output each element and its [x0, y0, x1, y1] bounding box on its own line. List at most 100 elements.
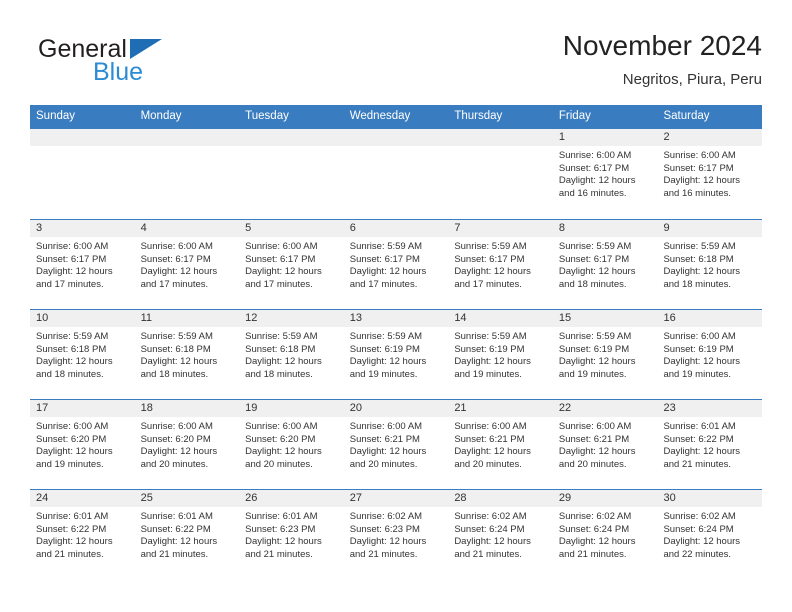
day-detail-line: Sunrise: 5:59 AM [349, 331, 423, 342]
day-cell-11[interactable]: 11 Sunrise: 5:59 AM Sunset: 6:18 PM Dayligh… [134, 310, 240, 399]
day-cell-22[interactable]: 22 Sunrise: 6:00 AM Sunset: 6:21 PM Dayligh… [552, 400, 658, 489]
day-details: Sunrise: 6:00 AM Sunset: 6:17 PM Daylight:… [657, 146, 762, 200]
day-details: Sunrise: 6:00 AM Sunset: 6:17 PM Daylight:… [30, 237, 135, 291]
calendar-grid: Sunday Monday Tuesday Wednesday Thursday Frid… [30, 105, 763, 579]
day-details [135, 146, 240, 150]
day-number: 2 [657, 129, 763, 146]
day-details: Sunrise: 5:59 AM Sunset: 6:18 PM Daylight:… [135, 327, 240, 381]
logo-text-blue: Blue [93, 58, 144, 86]
day-detail-line: and 18 minutes. [245, 368, 313, 380]
day-cell-1[interactable]: 1 Sunrise: 6:00 AM Sunset: 6:17 PM Daylight… [552, 129, 658, 219]
day-detail-line: Daylight: 12 hours [36, 446, 113, 458]
day-cell-6[interactable]: 6 Sunrise: 5:59 AM Sunset: 6:17 PM Daylight… [343, 220, 449, 309]
day-number: 15 [552, 310, 658, 327]
day-detail-line: and 19 minutes. [349, 368, 418, 380]
day-detail-line: Sunrise: 5:59 AM [663, 241, 736, 252]
day-cell-10[interactable]: 10 Sunrise: 5:59 AM Sunset: 6:18 PM Dayligh… [30, 310, 135, 399]
day-detail-line: Daylight: 12 hours [558, 536, 636, 548]
day-detail-line: and 18 minutes. [663, 278, 732, 290]
day-detail-line: Sunset: 6:17 PM [140, 253, 211, 265]
day-number: 29 [552, 490, 658, 507]
day-detail-line: and 16 minutes. [558, 187, 627, 199]
day-cell-15[interactable]: 15 Sunrise: 5:59 AM Sunset: 6:19 PM Dayligh… [552, 310, 658, 399]
day-number: 7 [448, 220, 553, 237]
day-detail-line: Sunrise: 6:00 AM [663, 331, 736, 342]
day-cell-3[interactable]: 3 Sunrise: 6:00 AM Sunset: 6:17 PM Daylight… [30, 220, 135, 309]
day-details: Sunrise: 6:00 AM Sunset: 6:20 PM Daylight:… [30, 417, 135, 471]
day-detail-line: Sunrise: 5:59 AM [140, 331, 213, 342]
day-detail-line: and 20 minutes. [140, 458, 209, 470]
day-detail-line: Sunset: 6:19 PM [558, 343, 630, 355]
day-cell-25[interactable]: 25 Sunrise: 6:01 AM Sunset: 6:22 PM Dayligh… [134, 490, 240, 579]
day-cell-29[interactable]: 29 Sunrise: 6:02 AM Sunset: 6:24 PM Dayligh… [552, 490, 658, 579]
day-detail-line: Sunset: 6:23 PM [245, 523, 316, 535]
day-cell-24[interactable]: 24 Sunrise: 6:01 AM Sunset: 6:22 PM Dayligh… [30, 490, 135, 579]
day-details: Sunrise: 6:00 AM Sunset: 6:21 PM Daylight:… [448, 417, 553, 471]
day-details: Sunrise: 6:02 AM Sunset: 6:24 PM Daylight:… [448, 507, 553, 561]
day-detail-line: Sunrise: 5:59 AM [36, 331, 109, 342]
day-detail-line: Daylight: 12 hours [454, 266, 531, 278]
day-detail-line: Daylight: 12 hours [245, 356, 322, 368]
day-cell-21[interactable]: 21 Sunrise: 6:00 AM Sunset: 6:21 PM Dayligh… [448, 400, 553, 489]
day-detail-line: Sunset: 6:19 PM [349, 343, 420, 355]
day-detail-line: Sunset: 6:17 PM [36, 253, 107, 265]
day-cell-12[interactable]: 12 Sunrise: 5:59 AM Sunset: 6:18 PM Dayligh… [239, 310, 344, 399]
day-detail-line: Sunrise: 5:59 AM [245, 331, 318, 342]
day-details [344, 146, 449, 150]
day-detail-line: Sunrise: 6:01 AM [245, 511, 318, 522]
day-detail-line: Sunset: 6:22 PM [663, 433, 734, 445]
day-detail-line: Daylight: 12 hours [36, 536, 113, 548]
day-cell-20[interactable]: 20 Sunrise: 6:00 AM Sunset: 6:21 PM Dayligh… [343, 400, 449, 489]
day-detail-line: Sunset: 6:21 PM [454, 433, 525, 445]
day-details [30, 146, 135, 150]
day-cell-27[interactable]: 27 Sunrise: 6:02 AM Sunset: 6:23 PM Dayligh… [343, 490, 449, 579]
day-detail-line: Daylight: 12 hours [454, 356, 531, 368]
day-details: Sunrise: 6:00 AM Sunset: 6:17 PM Daylight:… [135, 237, 240, 291]
calendar-week-row: 3 Sunrise: 6:00 AM Sunset: 6:17 PM Daylight… [30, 219, 763, 309]
day-cell-4[interactable]: 4 Sunrise: 6:00 AM Sunset: 6:17 PM Daylight… [134, 220, 240, 309]
day-detail-line: Sunrise: 6:00 AM [558, 150, 632, 161]
day-cell-5[interactable]: 5 Sunrise: 6:00 AM Sunset: 6:17 PM Daylight… [239, 220, 344, 309]
day-cell-30[interactable]: 30 Sunrise: 6:02 AM Sunset: 6:24 PM Dayligh… [657, 490, 763, 579]
day-detail-line: Sunrise: 6:02 AM [663, 511, 736, 522]
day-detail-line: Sunrise: 5:59 AM [558, 331, 632, 342]
day-detail-line: Daylight: 12 hours [663, 175, 741, 187]
page-title: November 2024 [562, 30, 762, 61]
day-detail-line: and 17 minutes. [349, 278, 418, 290]
day-cell-26[interactable]: 26 Sunrise: 6:01 AM Sunset: 6:23 PM Dayligh… [239, 490, 344, 579]
day-cell-7[interactable]: 7 Sunrise: 5:59 AM Sunset: 6:17 PM Daylight… [448, 220, 553, 309]
day-detail-line: and 17 minutes. [140, 278, 209, 290]
day-cell-23[interactable]: 23 Sunrise: 6:01 AM Sunset: 6:22 PM Dayligh… [657, 400, 763, 489]
day-details: Sunrise: 5:59 AM Sunset: 6:19 PM Daylight:… [344, 327, 449, 381]
day-cell-28[interactable]: 28 Sunrise: 6:02 AM Sunset: 6:24 PM Dayligh… [448, 490, 553, 579]
day-number: 10 [30, 310, 135, 327]
day-detail-line: Sunset: 6:24 PM [663, 523, 734, 535]
day-details: Sunrise: 5:59 AM Sunset: 6:17 PM Daylight:… [553, 237, 658, 291]
day-cell-16[interactable]: 16 Sunrise: 6:00 AM Sunset: 6:19 PM Dayligh… [657, 310, 763, 399]
day-detail-line: Sunrise: 6:00 AM [36, 421, 109, 432]
general-blue-logo[interactable]: General Blue [30, 36, 260, 90]
day-detail-line: Daylight: 12 hours [36, 266, 113, 278]
day-cell-13[interactable]: 13 Sunrise: 5:59 AM Sunset: 6:19 PM Dayligh… [343, 310, 449, 399]
day-cell-19[interactable]: 19 Sunrise: 6:00 AM Sunset: 6:20 PM Dayligh… [239, 400, 344, 489]
day-cell-9[interactable]: 9 Sunrise: 5:59 AM Sunset: 6:18 PM Daylight… [657, 220, 763, 309]
day-number: 18 [134, 400, 240, 417]
calendar-week-row: 24 Sunrise: 6:01 AM Sunset: 6:22 PM Dayligh… [30, 489, 763, 579]
day-detail-line: Sunset: 6:24 PM [454, 523, 525, 535]
day-cell-17[interactable]: 17 Sunrise: 6:00 AM Sunset: 6:20 PM Dayligh… [30, 400, 135, 489]
day-detail-line: and 18 minutes. [558, 278, 627, 290]
day-number: 11 [134, 310, 240, 327]
day-detail-line: Sunset: 6:22 PM [140, 523, 211, 535]
day-number [448, 129, 553, 146]
day-cell-14[interactable]: 14 Sunrise: 5:59 AM Sunset: 6:19 PM Dayligh… [448, 310, 553, 399]
day-cell-8[interactable]: 8 Sunrise: 5:59 AM Sunset: 6:17 PM Daylight… [552, 220, 658, 309]
calendar-week-row: 10 Sunrise: 5:59 AM Sunset: 6:18 PM Dayligh… [30, 309, 763, 399]
day-cell-2[interactable]: 2 Sunrise: 6:00 AM Sunset: 6:17 PM Daylight… [657, 129, 763, 219]
day-detail-line: Daylight: 12 hours [663, 266, 741, 278]
day-detail-line: and 18 minutes. [36, 368, 104, 380]
day-detail-line: Sunrise: 6:00 AM [558, 421, 632, 432]
day-detail-line: and 21 minutes. [454, 548, 522, 560]
weekday-header-row: Sunday Monday Tuesday Wednesday Thursday Frid… [30, 105, 762, 129]
day-details: Sunrise: 6:00 AM Sunset: 6:19 PM Daylight:… [657, 327, 762, 381]
day-cell-18[interactable]: 18 Sunrise: 6:00 AM Sunset: 6:20 PM Dayligh… [134, 400, 240, 489]
